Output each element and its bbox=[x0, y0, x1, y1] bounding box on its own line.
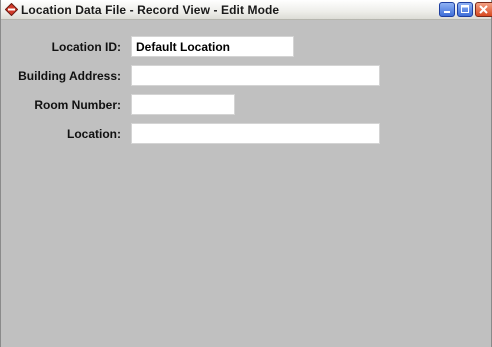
maximize-button[interactable] bbox=[457, 2, 473, 17]
location-id-label: Location ID: bbox=[51, 40, 121, 54]
minimize-button[interactable] bbox=[439, 2, 455, 17]
title-bar[interactable]: Location Data File - Record View - Edit … bbox=[1, 0, 492, 20]
building-address-field[interactable] bbox=[131, 65, 380, 86]
close-button[interactable] bbox=[475, 2, 492, 17]
close-icon bbox=[479, 5, 488, 14]
room-number-field[interactable] bbox=[131, 94, 235, 115]
record-view-window: Location Data File - Record View - Edit … bbox=[0, 0, 492, 347]
room-number-label: Room Number: bbox=[34, 98, 121, 112]
maximize-icon bbox=[461, 5, 469, 13]
location-id-field[interactable]: Default Location bbox=[131, 36, 294, 57]
minimize-icon bbox=[444, 11, 450, 13]
location-label: Location: bbox=[67, 127, 121, 141]
diamond-app-icon[interactable] bbox=[4, 2, 19, 17]
building-address-label: Building Address: bbox=[18, 69, 121, 83]
location-field[interactable] bbox=[131, 123, 380, 144]
form-area: Location ID: Default Location Building A… bbox=[1, 20, 491, 347]
window-title: Location Data File - Record View - Edit … bbox=[21, 3, 280, 17]
